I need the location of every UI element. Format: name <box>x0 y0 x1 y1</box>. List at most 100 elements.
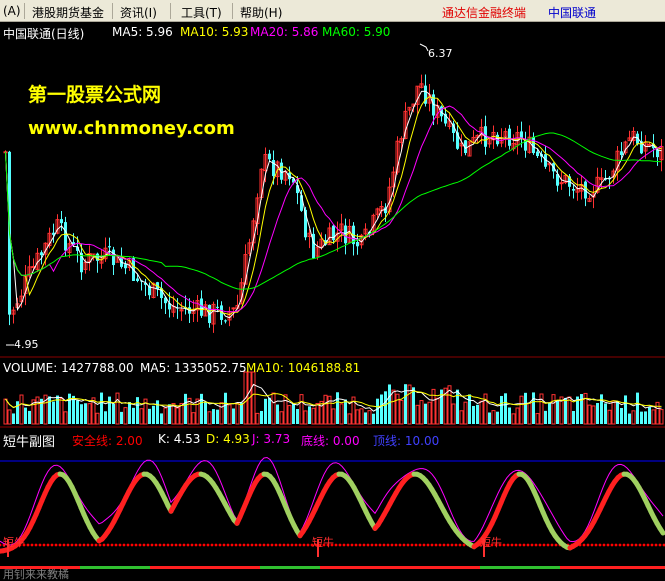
volume-bar <box>219 402 224 425</box>
signal-band <box>150 566 260 569</box>
menu-item-hk-futures[interactable]: 港股期货基金 <box>32 4 104 21</box>
chart-area[interactable]: 中国联通(日线) MA5: 5.96 MA10: 5.93 MA20: 5.86… <box>0 22 665 581</box>
safety-line-dot <box>354 543 358 547</box>
safety-line-dot <box>406 543 410 547</box>
safety-line-dot <box>26 543 30 547</box>
safety-line-dot <box>450 543 454 547</box>
volume-bar <box>620 408 623 424</box>
safety-line-dot <box>146 543 150 547</box>
candle-body <box>508 128 511 146</box>
menu-item-a[interactable]: (A) <box>3 4 21 18</box>
candle-body <box>108 246 111 248</box>
safety-line-dot <box>294 543 298 547</box>
indicator-title: 短牛副图 <box>3 435 56 450</box>
candle-body <box>224 320 227 322</box>
ma60-line <box>5 132 662 290</box>
volume-bar <box>35 396 40 425</box>
safety-line-dot <box>218 543 222 547</box>
safety-line-dot <box>198 543 202 547</box>
volume-bar <box>344 399 347 424</box>
safety-line-dot <box>602 543 606 547</box>
signal-band <box>80 566 150 569</box>
safety-line-dot <box>158 543 162 547</box>
safety-line-dot <box>650 543 654 547</box>
volume-bar <box>339 403 344 425</box>
volume-bar <box>191 412 196 425</box>
safety-line-dot <box>302 543 306 547</box>
top-line-readout: 顶线: 10.00 <box>373 434 440 448</box>
volume-bar <box>268 397 271 424</box>
safety-line-dot <box>246 543 250 547</box>
candle-body <box>572 189 575 191</box>
volume-bar <box>459 410 464 425</box>
volume-bar <box>391 389 396 425</box>
candle-body <box>620 151 623 155</box>
safety-line-dot <box>174 543 178 547</box>
safety-line-dot <box>130 543 134 547</box>
volume-bar <box>532 392 535 424</box>
safety-line-dot <box>430 543 434 547</box>
volume-bar <box>476 404 479 424</box>
volume-bar <box>251 371 256 425</box>
safety-line-dot <box>62 543 66 547</box>
volume-bar <box>539 393 544 425</box>
menu-separator <box>24 3 25 19</box>
safety-line-dot <box>262 543 266 547</box>
volume-bar <box>115 392 120 425</box>
menu-item-help[interactable]: 帮助(H) <box>240 4 282 21</box>
safety-line-dot <box>434 543 438 547</box>
safety-line-dot <box>138 543 142 547</box>
safety-line-dot <box>458 543 462 547</box>
volume-bar <box>367 410 372 425</box>
volume-bar <box>16 401 19 424</box>
link-china-unicom[interactable]: 中国联通 <box>548 4 596 21</box>
volume-bar <box>600 394 603 424</box>
safety-line-dot <box>274 543 278 547</box>
safety-line-dot <box>98 543 102 547</box>
safety-line-dot <box>362 543 366 547</box>
safety-line-dot <box>150 543 154 547</box>
volume-bar <box>123 407 128 425</box>
menu-separator <box>170 3 171 19</box>
volume-bar <box>468 394 471 424</box>
candle-body <box>268 153 271 160</box>
volume-bar <box>648 407 651 424</box>
candle-body <box>200 298 203 316</box>
safety-line-dot <box>78 543 82 547</box>
menu-item-tools[interactable]: 工具(T) <box>181 4 222 21</box>
safety-line-dot <box>230 543 234 547</box>
volume-bar <box>311 407 316 425</box>
volume-bar <box>204 402 207 424</box>
safety-line-dot <box>250 543 254 547</box>
safety-line-dot <box>162 543 166 547</box>
volume-bar <box>372 413 375 424</box>
volume-bar <box>580 394 583 424</box>
volume-bar <box>63 411 68 425</box>
safety-line-dot <box>586 543 590 547</box>
menu-item-news[interactable]: 资讯(I) <box>120 4 157 21</box>
safety-line-dot <box>90 543 94 547</box>
volume-bar <box>655 401 660 425</box>
volume-bar <box>659 409 664 425</box>
volume-bar <box>463 401 468 425</box>
volume-bar <box>152 405 155 424</box>
volume-bar <box>212 409 215 424</box>
ma20-readout: MA20: 5.86 <box>250 25 319 39</box>
j-readout: J: 3.73 <box>252 432 291 446</box>
safety-line-dot <box>234 543 238 547</box>
safety-line-dot <box>46 543 50 547</box>
volume-bar <box>564 397 567 424</box>
safety-line-dot <box>582 543 586 547</box>
safety-line-dot <box>514 543 518 547</box>
signal-band <box>320 566 480 569</box>
safety-line-dot <box>126 543 130 547</box>
link-tdx-terminal[interactable]: 通达信金融终端 <box>442 4 526 21</box>
candle-body <box>112 249 115 266</box>
safety-line-dot <box>502 543 506 547</box>
volume-bar <box>491 410 496 425</box>
volume-bar <box>624 395 627 424</box>
safety-line-dot <box>658 543 662 547</box>
signal-band <box>260 566 320 569</box>
volume-bar <box>100 392 103 424</box>
volume-bar <box>511 413 516 425</box>
